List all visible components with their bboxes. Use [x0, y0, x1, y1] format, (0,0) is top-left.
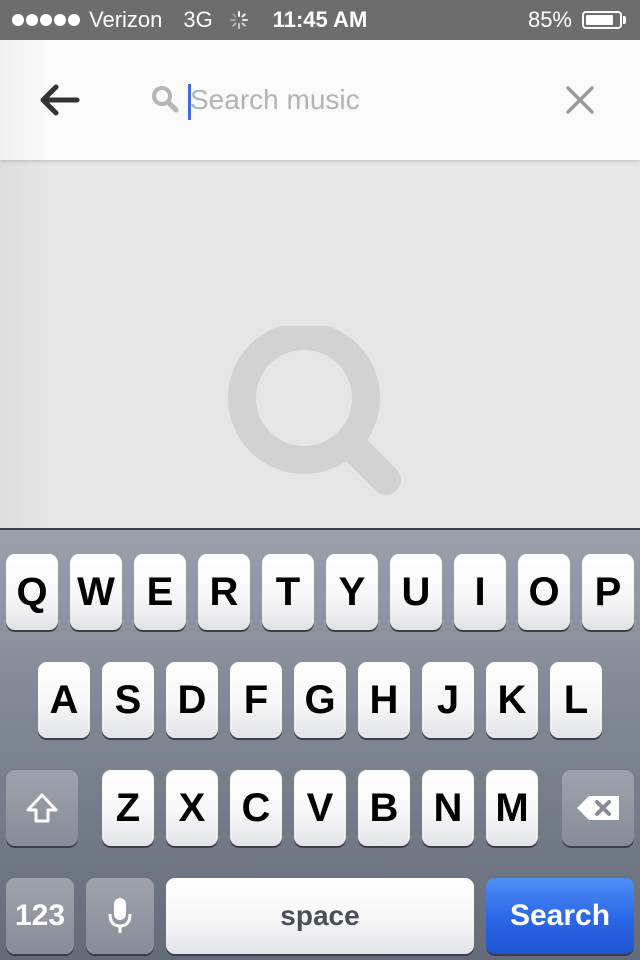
key-w[interactable]: W	[70, 554, 122, 630]
shift-key[interactable]	[6, 770, 78, 846]
back-button[interactable]	[24, 64, 96, 136]
search-key[interactable]: Search	[486, 878, 634, 954]
key-t[interactable]: T	[262, 554, 314, 630]
key-o[interactable]: O	[518, 554, 570, 630]
battery-tip	[623, 16, 626, 24]
backspace-icon	[577, 796, 619, 820]
empty-search-magnifier-icon	[228, 326, 401, 495]
delete-key[interactable]	[562, 770, 634, 846]
key-d[interactable]: D	[166, 662, 218, 738]
key-s[interactable]: S	[102, 662, 154, 738]
key-g[interactable]: G	[294, 662, 346, 738]
battery-percent: 85%	[527, 7, 572, 32]
key-q[interactable]: Q	[6, 554, 58, 630]
status-bar: Verizon 3G 11:45 AM 85%	[0, 0, 640, 40]
clear-button[interactable]	[552, 72, 608, 128]
search-results-area	[0, 160, 640, 528]
key-j[interactable]: J	[422, 662, 474, 738]
key-v[interactable]: V	[294, 770, 346, 846]
key-c[interactable]: C	[230, 770, 282, 846]
key-a[interactable]: A	[38, 662, 90, 738]
key-u[interactable]: U	[390, 554, 442, 630]
shift-icon	[26, 793, 58, 823]
key-z[interactable]: Z	[102, 770, 154, 846]
key-y[interactable]: Y	[326, 554, 378, 630]
text-cursor	[188, 84, 191, 120]
search-icon	[152, 86, 179, 113]
key-i[interactable]: I	[454, 554, 506, 630]
key-x[interactable]: X	[166, 770, 218, 846]
key-p[interactable]: P	[582, 554, 634, 630]
key-l[interactable]: L	[550, 662, 602, 738]
battery-icon	[582, 11, 622, 29]
space-key[interactable]: space	[166, 878, 474, 954]
microphone-icon	[108, 898, 132, 933]
key-m[interactable]: M	[486, 770, 538, 846]
key-f[interactable]: F	[230, 662, 282, 738]
battery-fill	[586, 15, 613, 25]
key-r[interactable]: R	[198, 554, 250, 630]
keyboard: QWERTYUIOP ASDFGHJKL ZXCVBNM 123 space S…	[0, 528, 640, 960]
key-k[interactable]: K	[486, 662, 538, 738]
key-e[interactable]: E	[134, 554, 186, 630]
key-b[interactable]: B	[358, 770, 410, 846]
search-header	[0, 40, 640, 160]
close-icon	[566, 86, 594, 114]
numbers-key[interactable]: 123	[6, 878, 74, 954]
key-h[interactable]: H	[358, 662, 410, 738]
dictation-key[interactable]	[86, 878, 154, 954]
arrow-left-icon	[40, 84, 80, 116]
status-right: 85%	[528, 0, 626, 40]
key-n[interactable]: N	[422, 770, 474, 846]
search-input[interactable]	[188, 70, 550, 130]
